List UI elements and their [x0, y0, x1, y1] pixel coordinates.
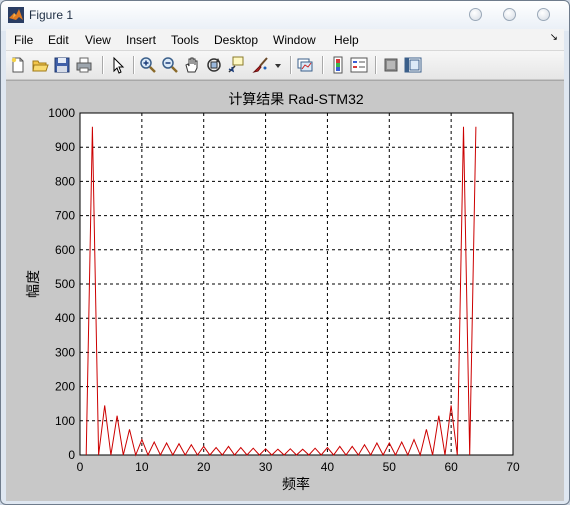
x-tick-labels: 0 10 20 30 40 50 60 70	[77, 460, 520, 474]
y-tick-labels: 0 100 200 300 400 500 600 700 800 900 1000	[48, 106, 75, 462]
menu-tools[interactable]: Tools	[171, 33, 199, 47]
toolbar-separator	[102, 56, 104, 74]
menu-window[interactable]: Window	[273, 33, 316, 47]
x-axis-label: 频率	[282, 476, 310, 492]
toolbar-separator	[133, 56, 135, 74]
y-tick-label: 900	[55, 140, 75, 154]
menu-edit[interactable]: Edit	[48, 33, 69, 47]
menu-file[interactable]: File	[14, 33, 33, 47]
y-axis-label: 幅度	[25, 270, 41, 298]
rotate-3d-icon[interactable]	[205, 56, 223, 74]
x-tick-label: 40	[321, 460, 335, 474]
x-tick-label: 0	[77, 460, 84, 474]
menu-insert[interactable]: Insert	[126, 33, 156, 47]
x-tick-label: 30	[259, 460, 273, 474]
open-file-icon[interactable]	[31, 56, 49, 74]
y-tick-label: 700	[55, 209, 75, 223]
y-tick-label: 0	[68, 448, 75, 462]
chart-title: 计算结果 Rad-STM32	[228, 91, 364, 107]
print-icon[interactable]	[75, 56, 93, 74]
x-tick-label: 60	[444, 460, 458, 474]
toolbar-separator	[375, 56, 377, 74]
x-tick-label: 20	[197, 460, 211, 474]
y-tick-label: 100	[55, 414, 75, 428]
maximize-button[interactable]	[503, 8, 516, 21]
insert-legend-icon[interactable]	[350, 56, 368, 74]
chart-svg: 0 10 20 30 40 50 60 70 0 100 200 300 400 500 600 700 80…	[25, 91, 520, 492]
menu-dock-arrow-icon[interactable]: ↘	[550, 32, 558, 43]
figure-toolbar	[6, 51, 564, 80]
brush-icon[interactable]	[252, 56, 270, 74]
y-tick-label: 500	[55, 277, 75, 291]
figure-canvas: 0 10 20 30 40 50 60 70 0 100 200 300 400 500 600 700 80…	[6, 80, 564, 501]
zoom-in-icon[interactable]	[139, 56, 157, 74]
toolbar-separator	[322, 56, 324, 74]
toolbar-separator	[290, 56, 292, 74]
menu-help[interactable]: Help	[334, 33, 359, 47]
data-cursor-icon[interactable]	[227, 56, 245, 74]
link-plot-icon[interactable]	[296, 56, 314, 74]
show-plot-tools-icon[interactable]	[404, 56, 422, 74]
pan-hand-icon[interactable]	[183, 56, 201, 74]
save-icon[interactable]	[53, 56, 71, 74]
menu-bar: File Edit View Insert Tools Desktop Wind…	[6, 29, 564, 51]
hide-plot-tools-icon[interactable]	[382, 56, 400, 74]
new-figure-icon[interactable]	[9, 56, 27, 74]
close-button[interactable]	[537, 8, 550, 21]
x-tick-label: 50	[383, 460, 397, 474]
y-tick-label: 200	[55, 380, 75, 394]
minimize-button[interactable]	[469, 8, 482, 21]
y-tick-label: 600	[55, 243, 75, 257]
zoom-out-icon[interactable]	[161, 56, 179, 74]
window-title: Figure 1	[29, 8, 74, 22]
x-tick-label: 10	[135, 460, 149, 474]
x-tick-label: 70	[506, 460, 520, 474]
figure-window: Figure 1 File Edit View Insert Tools Des…	[0, 0, 570, 505]
y-tick-label: 1000	[48, 106, 75, 120]
brush-dropdown-icon[interactable]	[273, 56, 283, 74]
y-tick-label: 300	[55, 345, 75, 359]
edit-plot-arrow-icon[interactable]	[109, 56, 127, 74]
matlab-logo-icon	[8, 7, 24, 23]
title-bar[interactable]: Figure 1	[1, 1, 569, 29]
insert-colorbar-icon[interactable]	[329, 56, 347, 74]
y-tick-label: 800	[55, 174, 75, 188]
menu-desktop[interactable]: Desktop	[214, 33, 258, 47]
y-tick-label: 400	[55, 311, 75, 325]
menu-view[interactable]: View	[85, 33, 111, 47]
